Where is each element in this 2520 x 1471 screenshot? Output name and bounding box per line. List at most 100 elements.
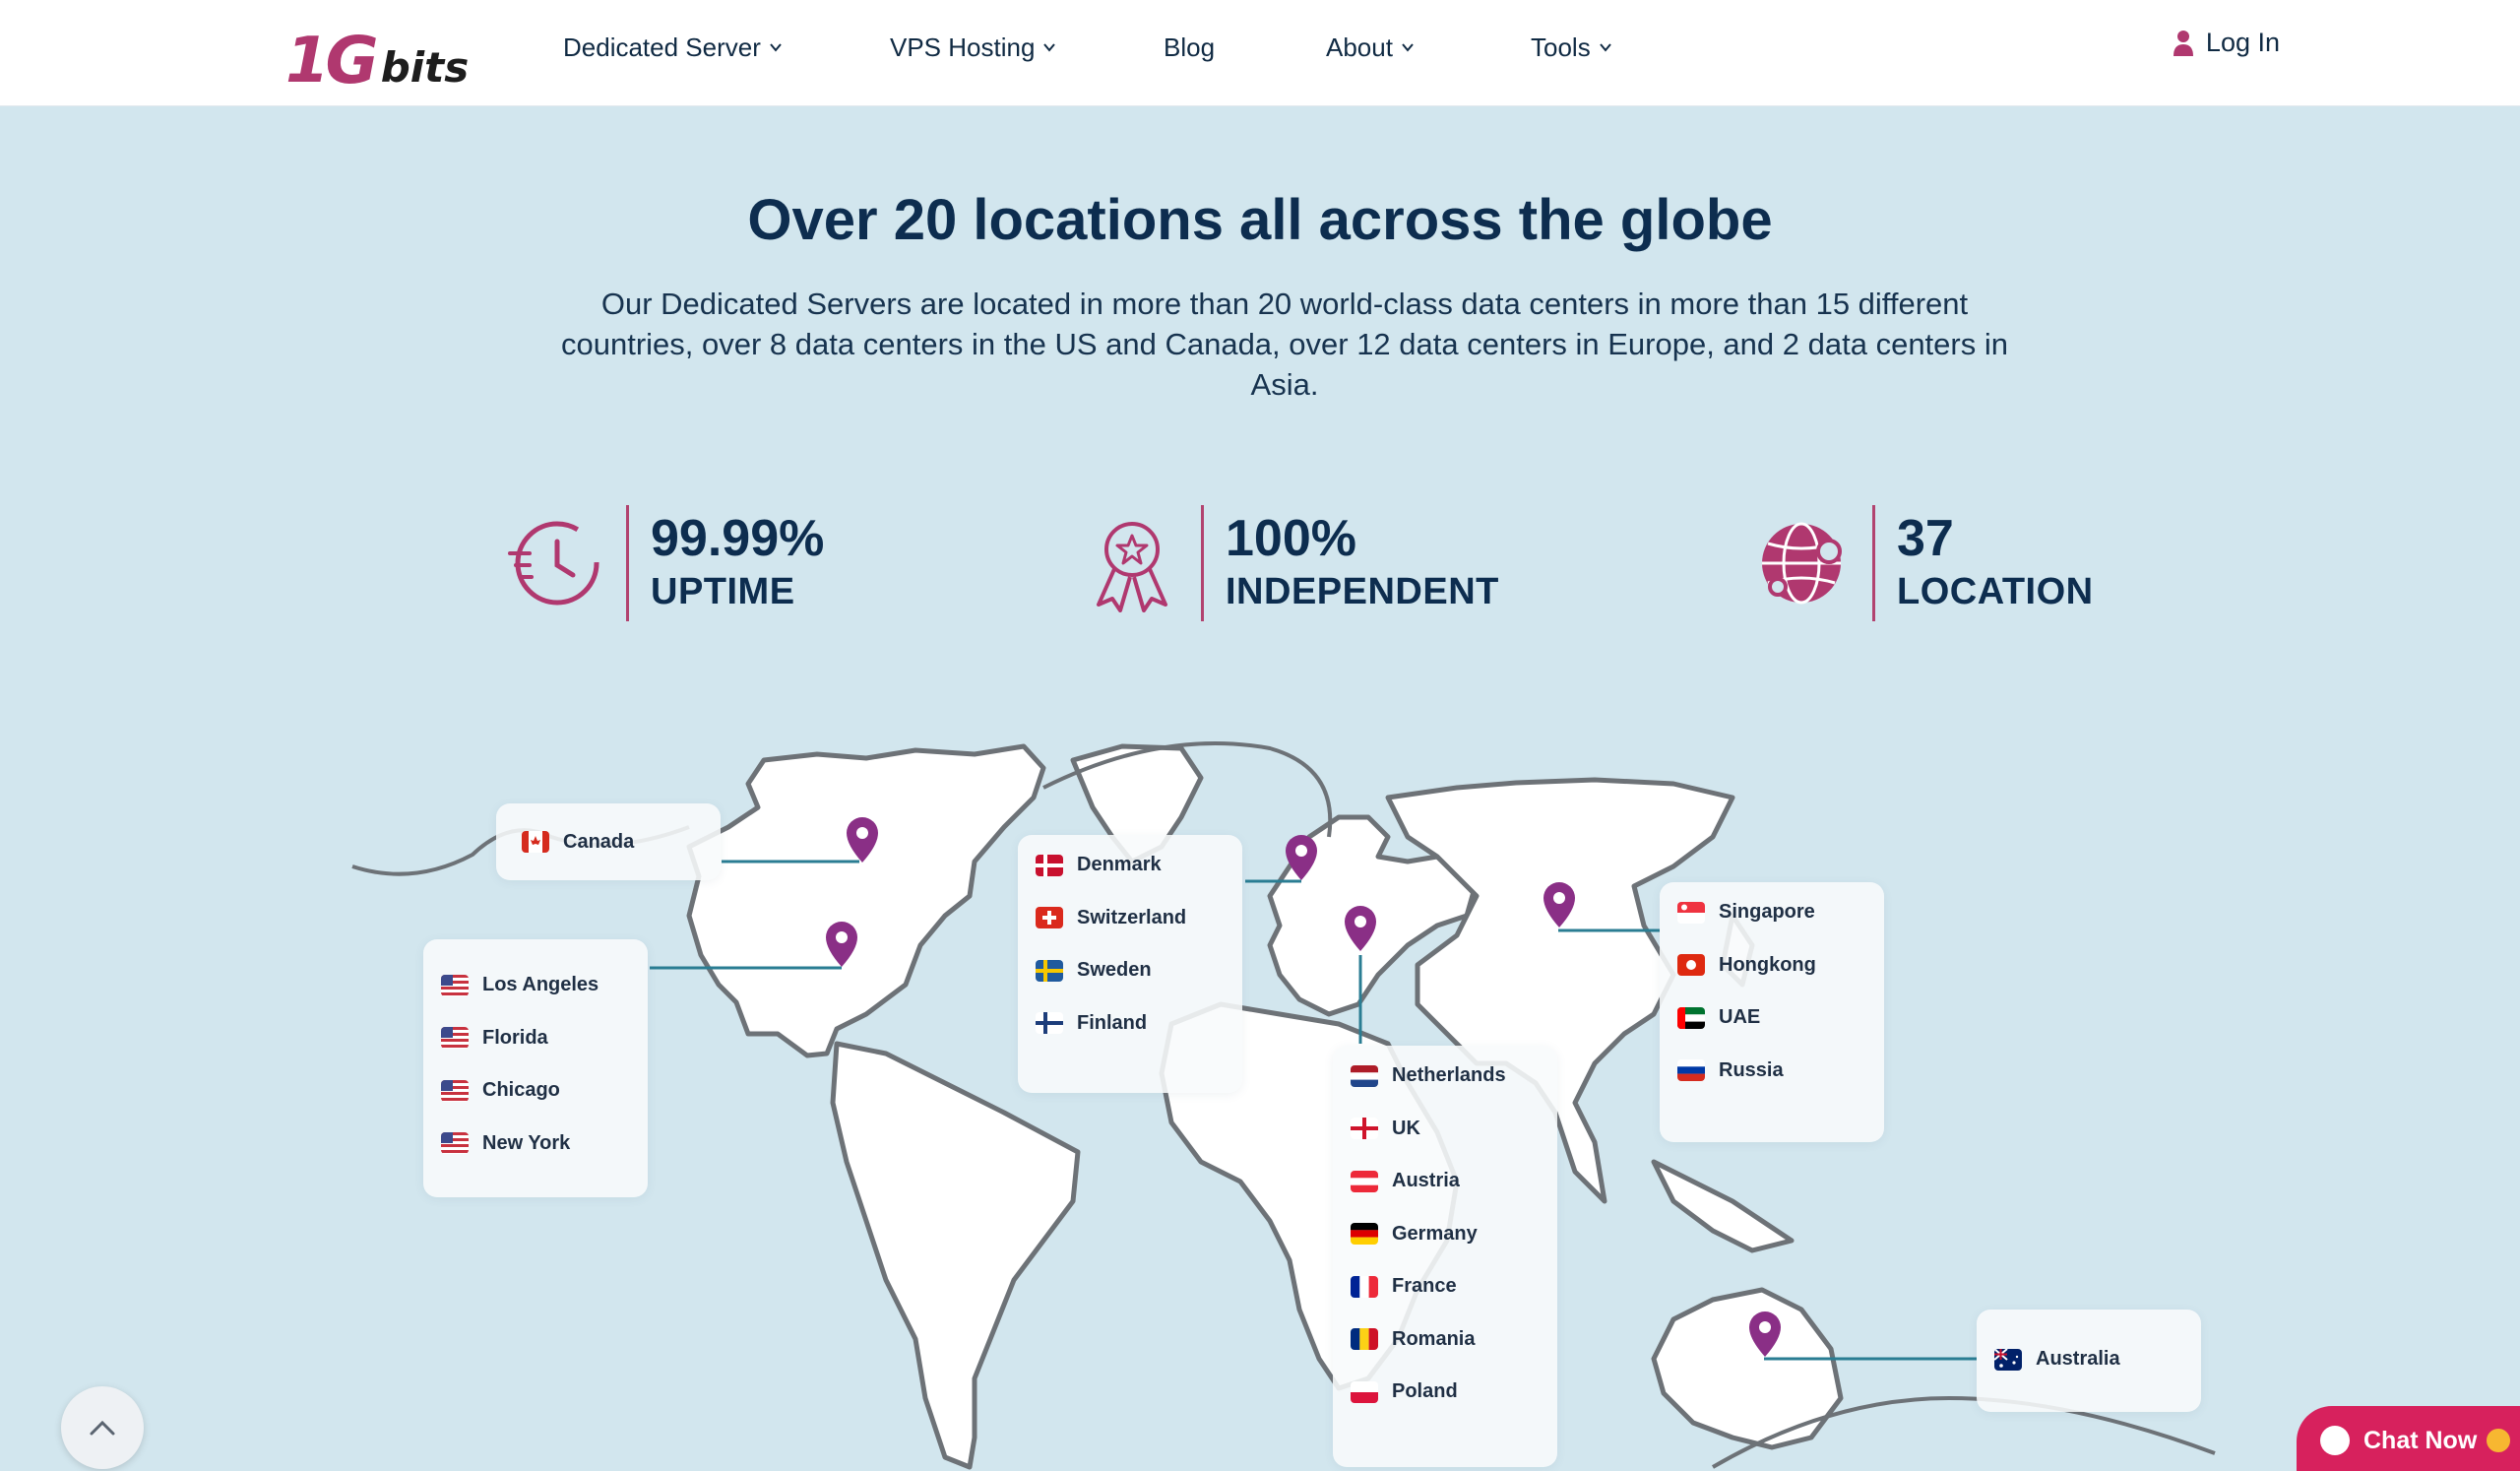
location-label: Singapore	[1719, 901, 1815, 924]
user-icon	[2173, 30, 2193, 56]
location-label: Chicago	[482, 1079, 560, 1102]
stat-independent: 100% INDEPENDENT	[1083, 504, 1499, 622]
page-title: Over 20 locations all across the globe	[747, 188, 1773, 252]
stat-label: LOCATION	[1897, 571, 2094, 612]
location-item[interactable]: Poland	[1351, 1366, 1540, 1419]
location-item[interactable]: Russia	[1677, 1045, 1866, 1098]
location-item[interactable]: Australia	[1994, 1333, 2183, 1386]
login-label: Log In	[2205, 28, 2280, 57]
location-item[interactable]: Austria	[1351, 1155, 1540, 1208]
location-label: Poland	[1392, 1380, 1458, 1403]
location-label: Florida	[482, 1026, 548, 1049]
flag-singapore-icon	[1677, 901, 1705, 924]
location-item[interactable]: New York	[441, 1118, 630, 1171]
stat-value: 37	[1897, 510, 1954, 567]
location-label: Austria	[1392, 1170, 1460, 1192]
flag-hongkong-icon	[1677, 954, 1705, 977]
location-item[interactable]: France	[1351, 1260, 1540, 1313]
flag-sweden-icon	[1036, 959, 1063, 982]
location-item[interactable]: UK	[1351, 1103, 1540, 1156]
flag-germany-icon	[1351, 1223, 1378, 1246]
location-item[interactable]: Singapore	[1677, 886, 1866, 939]
scroll-to-top-button[interactable]	[61, 1386, 144, 1469]
location-item[interactable]: Netherlands	[1351, 1050, 1540, 1103]
flag-australia-icon	[1994, 1348, 2022, 1371]
location-card-australia: Australia	[1977, 1310, 2201, 1412]
chat-label: Chat Now	[2363, 1426, 2478, 1454]
site-header: 1 G bits Dedicated Server VPS Hosting Bl…	[0, 0, 2520, 106]
nav-blog[interactable]: Blog	[1164, 28, 1215, 67]
chevron-up-icon	[90, 1420, 115, 1436]
nav-vps-hosting[interactable]: VPS Hosting	[890, 28, 1056, 67]
stat-divider	[1872, 505, 1875, 621]
nav-dedicated-server[interactable]: Dedicated Server	[563, 28, 783, 67]
chevron-down-icon	[1599, 43, 1611, 52]
nav-label: Tools	[1531, 32, 1591, 62]
location-label: Russia	[1719, 1058, 1784, 1081]
award-ribbon-icon	[1097, 522, 1167, 612]
location-label: UK	[1392, 1117, 1420, 1139]
stat-divider	[626, 505, 629, 621]
location-item[interactable]: Hongkong	[1677, 939, 1866, 992]
stat-location: 37 LOCATION	[1754, 504, 2094, 622]
nav-label: About	[1326, 32, 1393, 62]
location-item[interactable]: Finland	[1036, 997, 1225, 1051]
location-card-usa: Los Angeles Florida Chicago New York	[423, 939, 648, 1197]
location-label: Romania	[1392, 1327, 1476, 1350]
flag-uae-icon	[1677, 1006, 1705, 1029]
location-card-nordic: Denmark Switzerland Sweden Finland	[1018, 835, 1242, 1093]
stat-value: 99.99%	[651, 510, 825, 567]
chevron-down-icon	[770, 43, 782, 52]
nav-about[interactable]: About	[1326, 28, 1415, 67]
location-item[interactable]: UAE	[1677, 991, 1866, 1045]
nav-tools[interactable]: Tools	[1531, 28, 1612, 67]
location-label: Canada	[563, 830, 635, 853]
location-item[interactable]: Germany	[1351, 1208, 1540, 1261]
stat-label: UPTIME	[651, 571, 795, 612]
flag-austria-icon	[1351, 1170, 1378, 1192]
flag-poland-icon	[1351, 1380, 1378, 1403]
flag-usa-icon	[441, 1079, 469, 1102]
login-link[interactable]: Log In	[2173, 28, 2280, 58]
chat-now-button[interactable]: Chat Now	[2297, 1406, 2520, 1471]
location-label: New York	[482, 1131, 571, 1154]
flag-usa-icon	[441, 974, 469, 996]
chat-bubble-icon	[2320, 1426, 2350, 1455]
location-item[interactable]: Florida	[441, 1012, 630, 1065]
location-label: Hongkong	[1719, 953, 1816, 976]
flag-usa-icon	[441, 1027, 469, 1050]
smile-emoji-icon	[2487, 1429, 2511, 1452]
flag-denmark-icon	[1036, 854, 1063, 876]
location-item[interactable]: Romania	[1351, 1313, 1540, 1367]
location-item[interactable]: Denmark	[1036, 839, 1225, 892]
chevron-down-icon	[1043, 43, 1056, 52]
location-card-asia: Singapore Hongkong UAE Russia	[1660, 882, 1884, 1142]
location-item[interactable]: Los Angeles	[441, 959, 630, 1012]
location-label: Germany	[1392, 1222, 1478, 1245]
flag-usa-icon	[441, 1132, 469, 1155]
location-label: Los Angeles	[482, 974, 599, 996]
flag-russia-icon	[1677, 1059, 1705, 1082]
nav-label: Dedicated Server	[563, 32, 761, 62]
stat-uptime: 99.99% UPTIME	[508, 504, 824, 622]
chevron-down-icon	[1402, 43, 1414, 52]
location-card-europe: Netherlands UK Austria Germany France Ro…	[1333, 1046, 1557, 1467]
world-map-section: Canada Los Angeles Florida Chicago New Y…	[0, 689, 2520, 1471]
stat-divider	[1201, 505, 1204, 621]
clock-speed-icon	[508, 521, 599, 606]
nav-label: Blog	[1164, 32, 1216, 62]
page-subtitle: Our Dedicated Servers are located in mor…	[561, 287, 2008, 402]
flag-canada-icon	[522, 831, 549, 853]
stat-label: INDEPENDENT	[1226, 571, 1499, 612]
flag-france-icon	[1351, 1275, 1378, 1298]
location-item[interactable]: Chicago	[441, 1064, 630, 1118]
location-label: Finland	[1077, 1011, 1148, 1034]
nav-label: VPS Hosting	[890, 32, 1036, 62]
location-item[interactable]: Canada	[522, 817, 695, 866]
location-item[interactable]: Switzerland	[1036, 892, 1225, 945]
location-item[interactable]: Sweden	[1036, 944, 1225, 997]
flag-uk-icon	[1351, 1118, 1378, 1140]
site-logo[interactable]: 1 G bits	[285, 14, 469, 94]
globe-network-icon	[1762, 522, 1842, 605]
location-label: Denmark	[1077, 854, 1162, 876]
